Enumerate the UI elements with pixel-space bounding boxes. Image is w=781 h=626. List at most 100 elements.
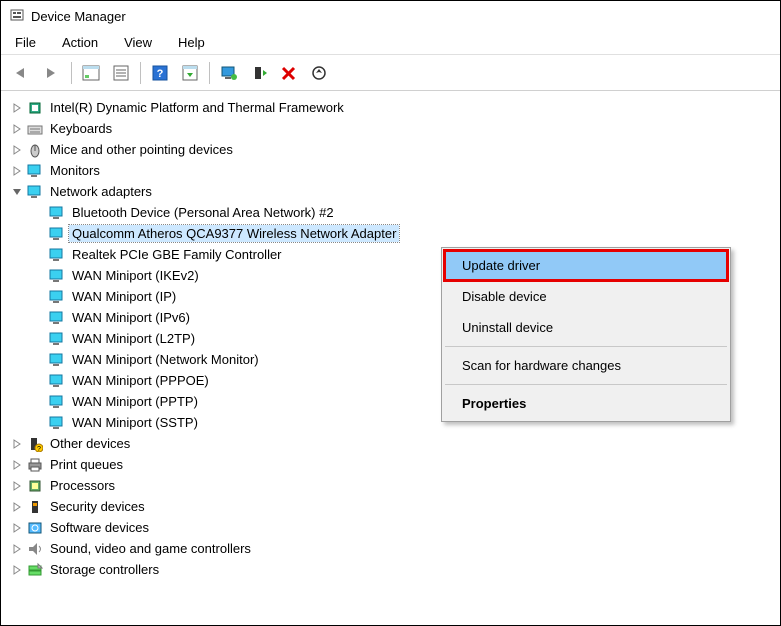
spacer [33, 354, 45, 366]
tree-category[interactable]: Keyboards [11, 118, 780, 139]
expand-toggle-icon[interactable] [11, 522, 23, 534]
spacer [33, 228, 45, 240]
expand-toggle-icon[interactable] [11, 165, 23, 177]
ctx-update-driver[interactable]: Update driver [443, 249, 729, 282]
category-label: Other devices [47, 435, 133, 452]
spacer [33, 396, 45, 408]
svg-text:?: ? [37, 446, 41, 452]
enable-device-button[interactable] [247, 61, 271, 85]
device-label: WAN Miniport (L2TP) [69, 330, 198, 347]
printer-icon [27, 457, 43, 473]
action-button[interactable] [178, 61, 202, 85]
expand-toggle-icon[interactable] [11, 102, 23, 114]
ctx-disable-device[interactable]: Disable device [444, 281, 728, 312]
spacer [33, 417, 45, 429]
expand-toggle-icon[interactable] [11, 144, 23, 156]
category-label: Mice and other pointing devices [47, 141, 236, 158]
expand-toggle-icon[interactable] [11, 501, 23, 513]
storage-icon [27, 562, 43, 578]
tree-device-item[interactable]: Bluetooth Device (Personal Area Network)… [33, 202, 780, 223]
device-label: WAN Miniport (IPv6) [69, 309, 193, 326]
network-adapter-icon [49, 268, 65, 284]
ctx-uninstall-device[interactable]: Uninstall device [444, 312, 728, 343]
show-hide-console-tree-button[interactable] [79, 61, 103, 85]
ctx-separator [445, 384, 727, 385]
category-label: Sound, video and game controllers [47, 540, 254, 557]
spacer [33, 207, 45, 219]
toolbar-separator [140, 62, 141, 84]
device-label: Realtek PCIe GBE Family Controller [69, 246, 285, 263]
cpu-icon [27, 478, 43, 494]
network-adapter-icon [49, 247, 65, 263]
spacer [33, 270, 45, 282]
menu-action[interactable]: Action [58, 33, 110, 52]
network-adapter-icon [49, 205, 65, 221]
tree-category[interactable]: Sound, video and game controllers [11, 538, 780, 559]
device-tree[interactable]: Intel(R) Dynamic Platform and Thermal Fr… [1, 91, 780, 615]
device-label: WAN Miniport (Network Monitor) [69, 351, 262, 368]
tree-category[interactable]: Print queues [11, 454, 780, 475]
ctx-properties[interactable]: Properties [444, 388, 728, 419]
keyboard-icon [27, 121, 43, 137]
category-label: Processors [47, 477, 118, 494]
toolbar: ? [1, 55, 780, 91]
device-label: Qualcomm Atheros QCA9377 Wireless Networ… [69, 225, 399, 242]
tree-device-item[interactable]: Qualcomm Atheros QCA9377 Wireless Networ… [33, 223, 780, 244]
network-adapter-icon [49, 310, 65, 326]
category-label: Network adapters [47, 183, 155, 200]
tree-category[interactable]: Mice and other pointing devices [11, 139, 780, 160]
category-label: Intel(R) Dynamic Platform and Thermal Fr… [47, 99, 347, 116]
network-adapter-icon [49, 289, 65, 305]
network-adapter-icon [49, 331, 65, 347]
tree-category[interactable]: Software devices [11, 517, 780, 538]
tree-category[interactable]: Security devices [11, 496, 780, 517]
network-icon [27, 184, 43, 200]
menu-file[interactable]: File [11, 33, 48, 52]
category-label: Software devices [47, 519, 152, 536]
toolbar-separator [209, 62, 210, 84]
forward-button[interactable] [40, 61, 64, 85]
device-label: WAN Miniport (PPPOE) [69, 372, 212, 389]
tree-category[interactable]: Storage controllers [11, 559, 780, 580]
tree-category[interactable]: ? Other devices [11, 433, 780, 454]
category-label: Storage controllers [47, 561, 162, 578]
tree-category[interactable]: Intel(R) Dynamic Platform and Thermal Fr… [11, 97, 780, 118]
mouse-icon [27, 142, 43, 158]
properties-button[interactable] [109, 61, 133, 85]
network-adapter-icon [49, 226, 65, 242]
update-driver-button[interactable] [217, 61, 241, 85]
software-icon [27, 520, 43, 536]
scan-hardware-button[interactable] [307, 61, 331, 85]
category-label: Print queues [47, 456, 126, 473]
category-label: Monitors [47, 162, 103, 179]
menu-help[interactable]: Help [174, 33, 217, 52]
toolbar-separator [71, 62, 72, 84]
spacer [33, 312, 45, 324]
device-label: WAN Miniport (SSTP) [69, 414, 201, 431]
expand-toggle-icon[interactable] [11, 480, 23, 492]
expand-toggle-icon[interactable] [11, 186, 23, 198]
sound-icon [27, 541, 43, 557]
back-button[interactable] [10, 61, 34, 85]
context-menu: Update driver Disable device Uninstall d… [441, 247, 731, 422]
menu-view[interactable]: View [120, 33, 164, 52]
tree-category[interactable]: Processors [11, 475, 780, 496]
expand-toggle-icon[interactable] [11, 543, 23, 555]
uninstall-device-button[interactable] [277, 61, 301, 85]
ctx-scan-hardware[interactable]: Scan for hardware changes [444, 350, 728, 381]
expand-toggle-icon[interactable] [11, 438, 23, 450]
network-adapter-icon [49, 394, 65, 410]
security-icon [27, 499, 43, 515]
tree-category[interactable]: Network adapters [11, 181, 780, 202]
spacer [33, 249, 45, 261]
network-adapter-icon [49, 373, 65, 389]
expand-toggle-icon[interactable] [11, 564, 23, 576]
device-label: WAN Miniport (IP) [69, 288, 179, 305]
help-button[interactable]: ? [148, 61, 172, 85]
spacer [33, 375, 45, 387]
other-icon: ? [27, 436, 43, 452]
tree-category[interactable]: Monitors [11, 160, 780, 181]
expand-toggle-icon[interactable] [11, 459, 23, 471]
device-label: Bluetooth Device (Personal Area Network)… [69, 204, 337, 221]
expand-toggle-icon[interactable] [11, 123, 23, 135]
